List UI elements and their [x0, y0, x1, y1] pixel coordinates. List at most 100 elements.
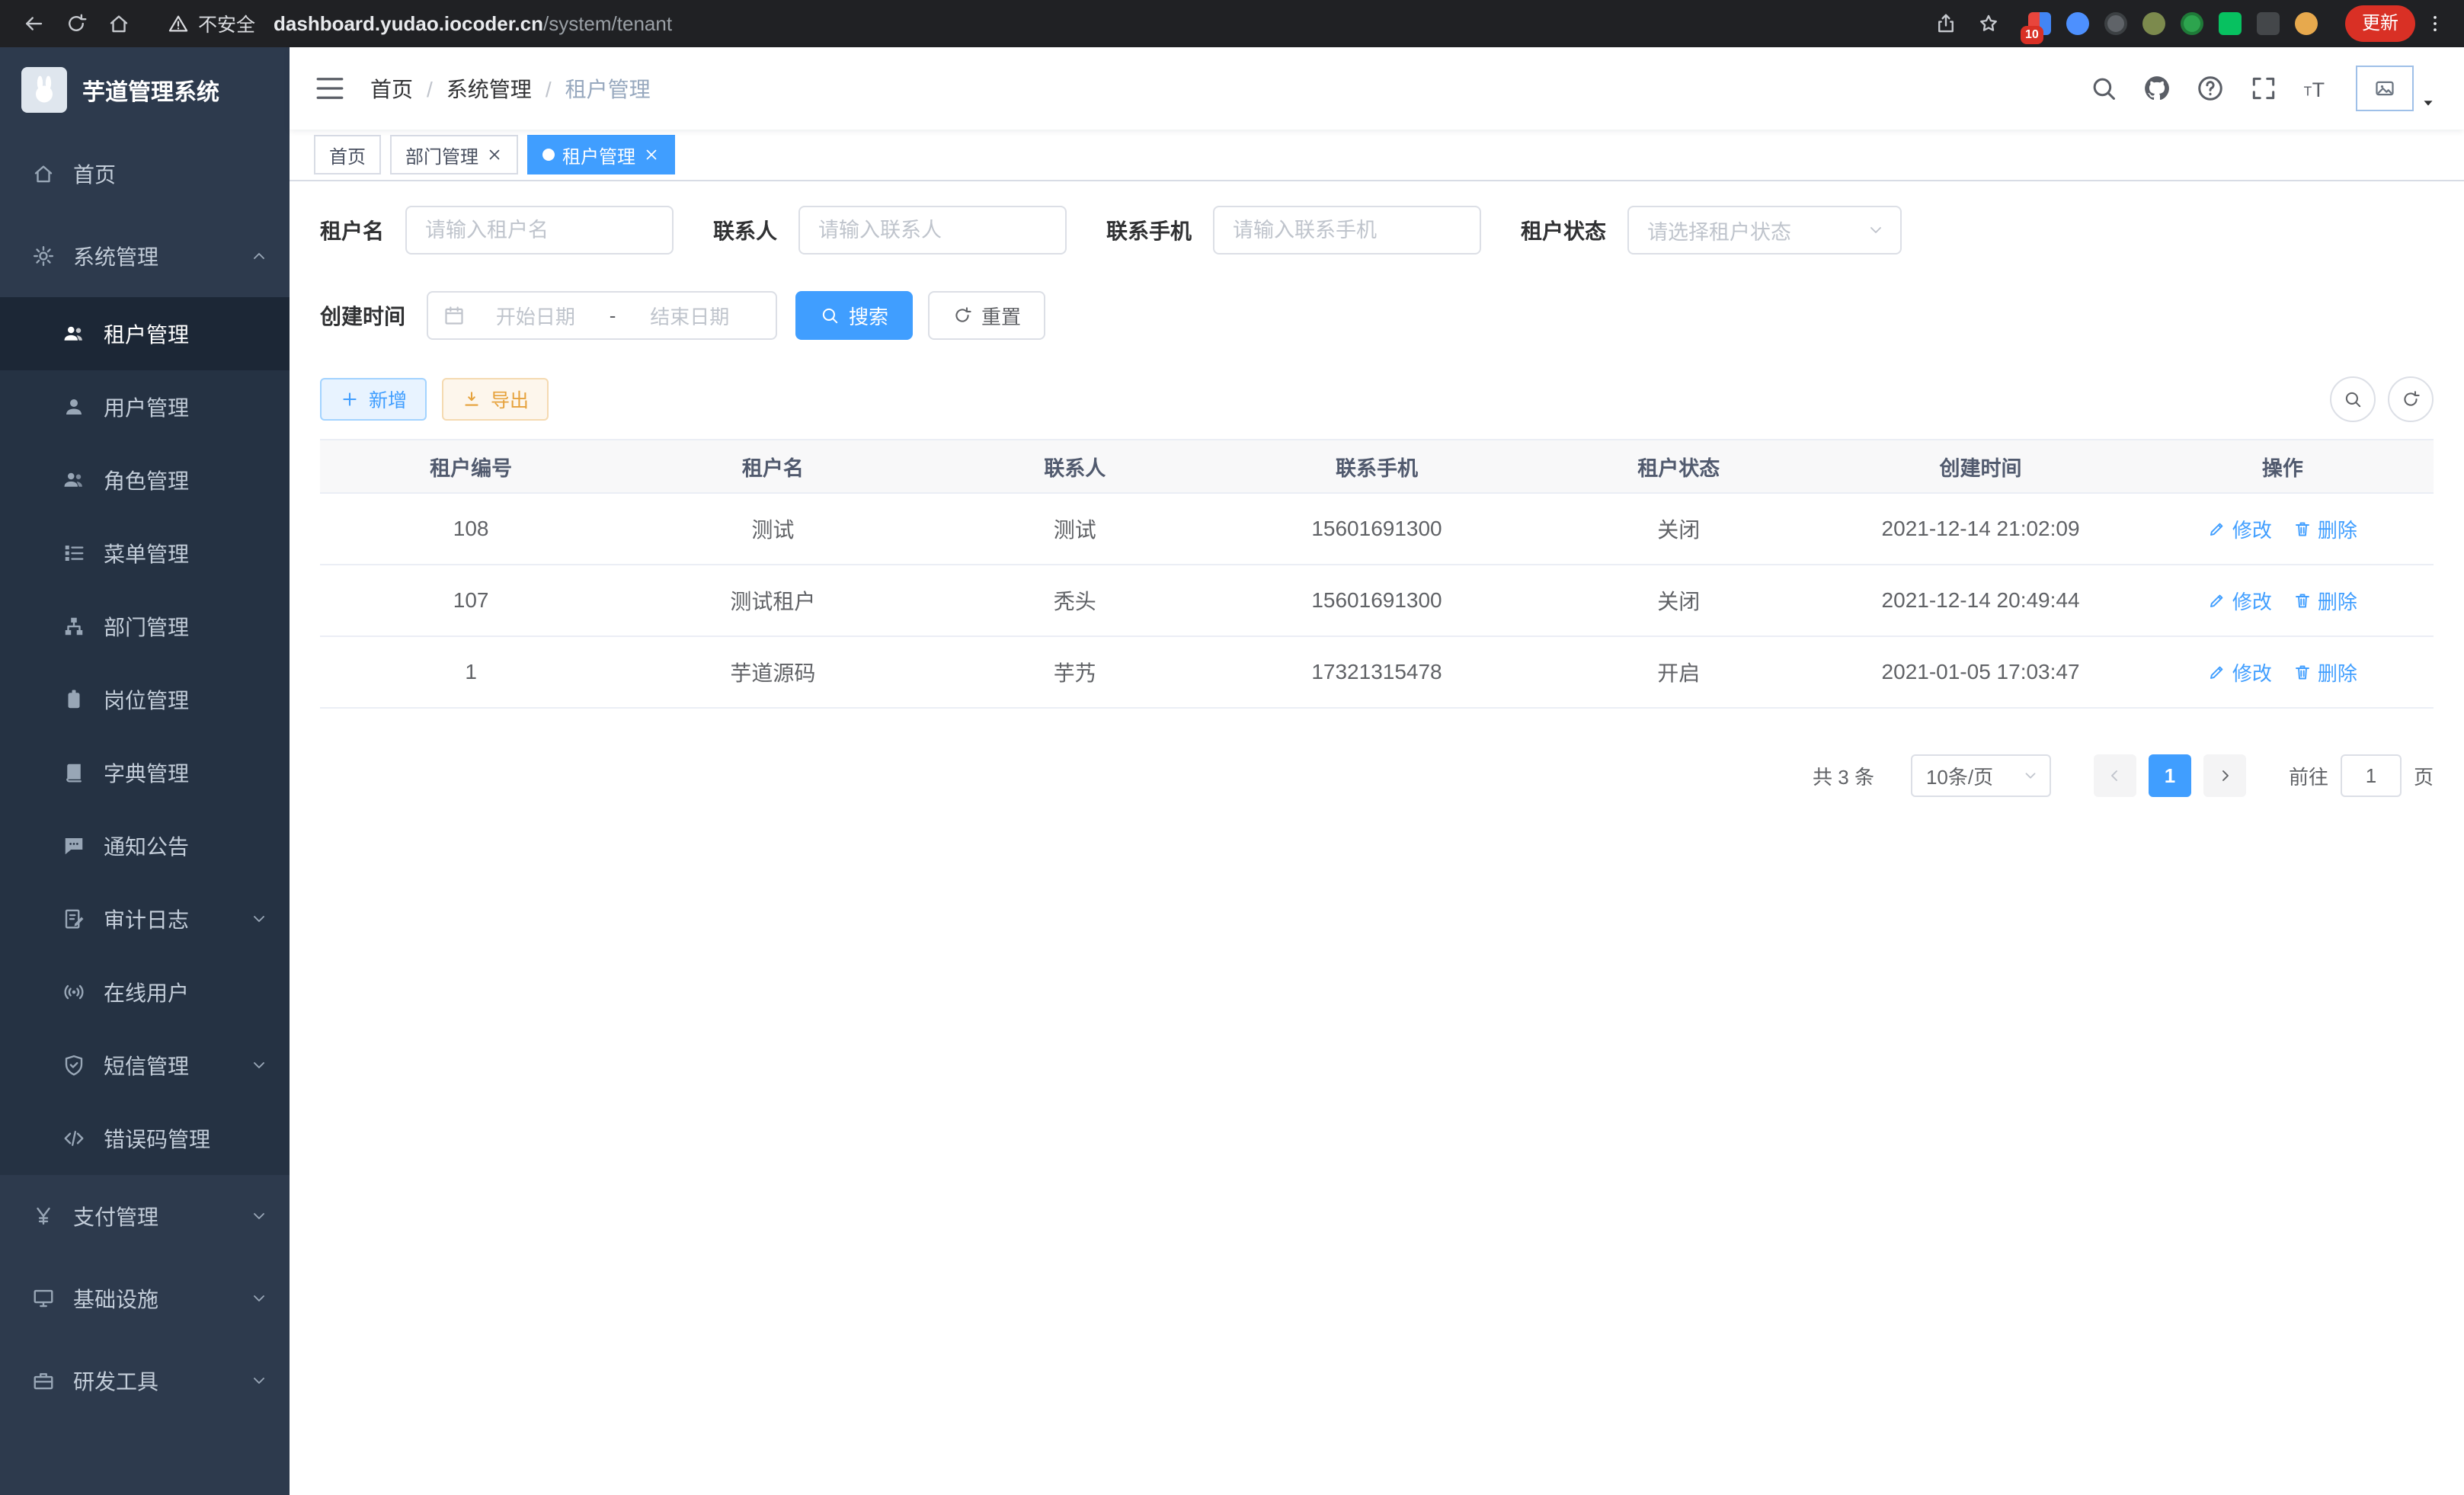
hamburger-icon[interactable]	[314, 72, 346, 104]
dict-book-icon	[62, 761, 85, 784]
date-range-picker[interactable]: 开始日期 - 结束日期	[427, 291, 777, 340]
extension-icon[interactable]	[2181, 12, 2203, 35]
cell-contact: 秃头	[924, 565, 1226, 635]
breadcrumb-home[interactable]: 首页	[370, 73, 413, 104]
browser-window: 不安全 dashboard.yudao.iocoder.cn/system/te…	[0, 0, 2464, 1495]
extensions-area: 10	[2028, 12, 2318, 35]
col-tenant-name: 租户名	[622, 440, 923, 492]
reset-button[interactable]: 重置	[928, 291, 1045, 340]
sidebar-item-sms[interactable]: 短信管理	[0, 1029, 290, 1102]
sidebar-item-home[interactable]: 首页	[0, 133, 290, 215]
sidebar-item-audit-log[interactable]: 审计日志	[0, 882, 290, 956]
help-icon[interactable]	[2196, 74, 2225, 103]
browser-chrome: 不安全 dashboard.yudao.iocoder.cn/system/te…	[0, 0, 2464, 47]
header-search-icon[interactable]	[2089, 74, 2118, 103]
user-avatar-menu[interactable]	[2356, 66, 2437, 111]
error-code-icon	[62, 1127, 85, 1150]
delete-button[interactable]: 删除	[2293, 587, 2357, 615]
date-separator: -	[606, 304, 619, 328]
sidebar-item-post[interactable]: 岗位管理	[0, 663, 290, 736]
tab-home[interactable]: 首页	[314, 135, 381, 174]
contact-input[interactable]	[798, 206, 1067, 255]
main-area: 首页 系统管理 租户管理 TT	[290, 47, 2464, 1495]
edit-button[interactable]: 修改	[2208, 587, 2272, 615]
refresh-icon	[2401, 389, 2421, 409]
browser-menu-icon[interactable]	[2421, 13, 2449, 34]
chevron-down-icon	[250, 1056, 268, 1074]
delete-button[interactable]: 删除	[2293, 658, 2357, 687]
github-icon[interactable]	[2142, 74, 2171, 103]
trash-icon	[2293, 520, 2312, 538]
tab-dept[interactable]: 部门管理	[390, 135, 518, 174]
puzzle-extension-icon[interactable]	[2257, 12, 2280, 35]
col-phone: 联系手机	[1226, 440, 1528, 492]
sidebar-item-dev-tools[interactable]: 研发工具	[0, 1340, 290, 1422]
font-size-icon[interactable]: TT	[2302, 74, 2331, 103]
sidebar-item-error-code[interactable]: 错误码管理	[0, 1102, 290, 1175]
sidebar-item-menu[interactable]: 菜单管理	[0, 517, 290, 590]
cell-contact: 芋艿	[924, 637, 1226, 707]
close-icon[interactable]	[643, 146, 660, 163]
prev-page-button[interactable]	[2094, 754, 2136, 797]
delete-button[interactable]: 删除	[2293, 515, 2357, 543]
cell-status: 关闭	[1528, 494, 1829, 564]
add-button[interactable]: 新增	[320, 378, 427, 421]
tab-tenant[interactable]: 租户管理	[527, 135, 675, 174]
sidebar-item-system[interactable]: 系统管理	[0, 215, 290, 297]
tenant-name-label: 租户名	[320, 215, 384, 245]
edit-button[interactable]: 修改	[2208, 515, 2272, 543]
sidebar-item-dict[interactable]: 字典管理	[0, 736, 290, 809]
address-bar[interactable]: dashboard.yudao.iocoder.cn/system/tenant	[274, 12, 672, 36]
chrome-update-button[interactable]: 更新	[2345, 5, 2415, 42]
cell-phone: 17321315478	[1226, 637, 1528, 707]
breadcrumb-system[interactable]: 系统管理	[413, 73, 532, 104]
breadcrumb: 首页 系统管理 租户管理	[370, 73, 651, 104]
edit-button[interactable]: 修改	[2208, 658, 2272, 687]
page-size-select[interactable]: 10条/页	[1911, 754, 2051, 797]
filter-tenant-name: 租户名	[320, 206, 674, 255]
top-navbar: 首页 系统管理 租户管理 TT	[290, 47, 2464, 130]
cell-phone: 15601691300	[1226, 494, 1528, 564]
phone-input[interactable]	[1213, 206, 1481, 255]
sidebar-item-online-users[interactable]: 在线用户	[0, 956, 290, 1029]
sidebar-item-tenant[interactable]: 租户管理	[0, 297, 290, 370]
extension-icon[interactable]	[2066, 12, 2089, 35]
app-logo[interactable]: 芋道管理系统	[0, 47, 290, 133]
extension-icon[interactable]	[2219, 12, 2242, 35]
sidebar-item-infra[interactable]: 基础设施	[0, 1257, 290, 1340]
current-page-button[interactable]: 1	[2149, 754, 2191, 797]
goto-page-input[interactable]	[2341, 754, 2402, 797]
cell-id: 1	[320, 637, 622, 707]
reload-icon[interactable]	[58, 5, 94, 42]
fullscreen-icon[interactable]	[2249, 74, 2278, 103]
warning-icon	[168, 13, 189, 34]
cell-name: 测试	[622, 494, 923, 564]
col-created: 创建时间	[1829, 440, 2131, 492]
next-page-button[interactable]	[2203, 754, 2246, 797]
sidebar-item-dept[interactable]: 部门管理	[0, 590, 290, 663]
search-button[interactable]: 搜索	[795, 291, 913, 340]
sidebar-item-user[interactable]: 用户管理	[0, 370, 290, 443]
bookmark-star-icon[interactable]	[1970, 5, 2007, 42]
export-button[interactable]: 导出	[442, 378, 549, 421]
pencil-icon	[2208, 591, 2226, 610]
profile-avatar-icon[interactable]	[2295, 12, 2318, 35]
table-header-row: 租户编号 租户名 联系人 联系手机 租户状态 创建时间 操作	[320, 439, 2434, 494]
trash-icon	[2293, 591, 2312, 610]
status-select[interactable]: 请选择租户状态	[1627, 206, 1902, 255]
extension-icon[interactable]	[2104, 12, 2127, 35]
sidebar-item-notice[interactable]: 通知公告	[0, 809, 290, 882]
extension-icon[interactable]	[2142, 12, 2165, 35]
contact-label: 联系人	[713, 215, 777, 245]
toggle-search-button[interactable]	[2330, 376, 2376, 422]
browser-home-icon[interactable]	[101, 5, 137, 42]
refresh-table-button[interactable]	[2388, 376, 2434, 422]
back-icon[interactable]	[15, 5, 52, 42]
sidebar-item-role[interactable]: 角色管理	[0, 443, 290, 517]
site-security-chip[interactable]: 不安全	[168, 10, 255, 37]
close-icon[interactable]	[486, 146, 503, 163]
tenant-name-input[interactable]	[405, 206, 674, 255]
extension-icon[interactable]: 10	[2028, 12, 2051, 35]
share-icon[interactable]	[1928, 5, 1964, 42]
sidebar-item-payment[interactable]: 支付管理	[0, 1175, 290, 1257]
